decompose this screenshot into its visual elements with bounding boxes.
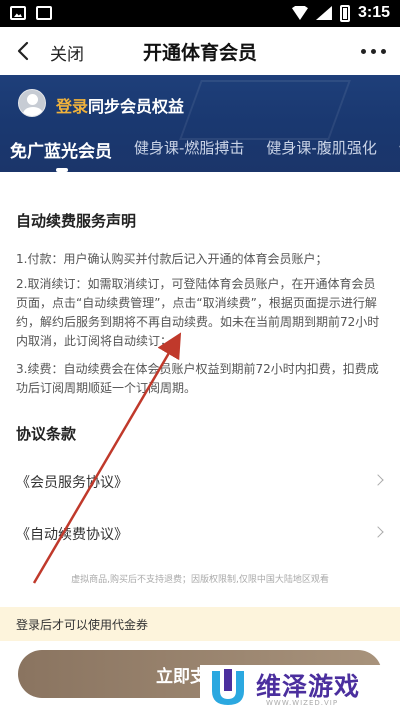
declaration-title: 自动续费服务声明 [16, 212, 137, 230]
signal-icon [315, 6, 332, 20]
login-prompt[interactable]: 登录同步会员权益 [56, 93, 184, 117]
member-banner: 登录同步会员权益 免广蓝光会员 健身课-燃脂搏击 健身课-腹肌强化 健 [0, 75, 400, 172]
agreement-label: 《自动续费协议》 [16, 527, 128, 543]
watermark-logo: 维泽游戏 WWW.WIZED.VIP [200, 665, 400, 711]
gallery-icon [10, 6, 26, 20]
agreement-row-auto-renewal[interactable]: 《自动续费协议》 [0, 512, 400, 556]
banner-decoration [179, 80, 351, 140]
more-icon[interactable] [361, 49, 386, 54]
notification-icon [36, 6, 52, 20]
agreements-title: 协议条款 [16, 425, 77, 443]
coupon-text: 登录后才可以使用代金券 [16, 618, 149, 632]
battery-icon [339, 4, 350, 22]
watermark-logo-icon [212, 669, 244, 705]
declaration-item-cancel: 2.取消续订：如需取消续订，可登陆体育会员账户，在开通体育会员页面，点击“自动续… [16, 277, 380, 348]
tab-fitness-abs[interactable]: 健身课-腹肌强化 [266, 137, 376, 162]
avatar[interactable] [18, 89, 46, 117]
chevron-right-icon [372, 474, 384, 486]
coupon-bar[interactable]: 登录后才可以使用代金券 [0, 607, 400, 641]
login-link[interactable]: 登录 [56, 97, 88, 116]
top-nav: 关闭 开通体育会员 [0, 27, 400, 75]
agreement-label: 《会员服务协议》 [16, 475, 128, 491]
footnote: 虚拟商品,购买后不支持退费；因版权限制,仅限中国大陆地区观看 [71, 575, 329, 585]
chevron-right-icon [372, 526, 384, 538]
agreement-row-member-service[interactable]: 《会员服务协议》 [0, 460, 400, 504]
declaration-item-renewal: 3.续费：自动续费会在体会员账户权益到期前72小时内扣费，扣费成功后订阅周期顺延… [16, 362, 379, 395]
content-area: 自动续费服务声明 1.付款：用户确认购买并付款后记入开通的体育会员账户； 2.取… [0, 172, 400, 617]
status-bar: 3:15 [0, 0, 400, 27]
tab-fitness-boxing[interactable]: 健身课-燃脂搏击 [134, 137, 244, 162]
watermark-text: 维泽游戏 [256, 672, 361, 701]
status-time: 3:15 [357, 4, 390, 21]
wifi-icon [291, 6, 308, 20]
login-prompt-text: 同步会员权益 [88, 97, 185, 116]
membership-tabs: 免广蓝光会员 健身课-燃脂搏击 健身课-腹肌强化 健 [10, 137, 400, 162]
tab-ad-free-bluray[interactable]: 免广蓝光会员 [10, 137, 112, 162]
page-title: 开通体育会员 [142, 42, 257, 64]
watermark-subtext: WWW.WIZED.VIP [266, 699, 339, 707]
declaration-item-payment: 1.付款：用户确认购买并付款后记入开通的体育会员账户； [16, 252, 328, 266]
